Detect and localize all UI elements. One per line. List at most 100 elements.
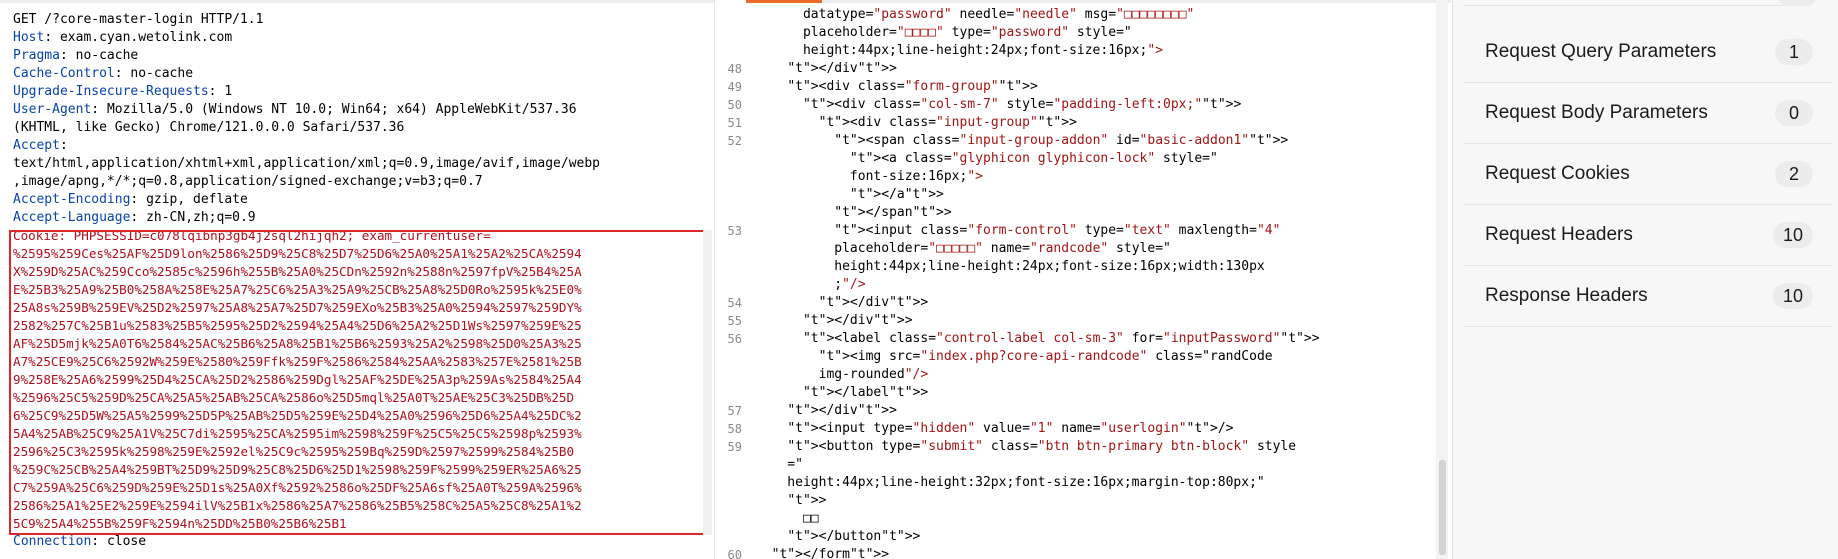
line-number: 54	[727, 296, 742, 310]
header-line: Accept:	[13, 138, 68, 153]
code-line: "t"><img src="index.php?core-api-randcod…	[716, 348, 1436, 366]
inspector-row-label: Request Query Parameters	[1485, 41, 1717, 62]
code-line: font-size:16px;">	[716, 168, 1436, 186]
cookie-line: X%259D%25AC%259Cco%2585c%2596h%255B%25A0…	[13, 264, 582, 279]
cookie-line: 6%25C9%25D5W%25A5%2599%25D5P%25AB%25D5%2…	[13, 408, 582, 423]
cookie-header: Cookie: PHPSESSID=c078lqibnp3gb4j2sql2hi…	[13, 227, 713, 533]
inspector-row-partial[interactable]	[1463, 0, 1803, 6]
request-lines: GET /?core-master-login HTTP/1.1 Host: e…	[13, 11, 713, 551]
header-key: Accept	[13, 138, 60, 153]
code-line: height:44px;line-height:24px;font-size:1…	[716, 42, 1436, 60]
code-text: height:44px;line-height:24px;font-size:1…	[756, 259, 1265, 274]
code-text: "t"><input type="hidden" value="1" name=…	[787, 421, 1234, 436]
line-number: 60	[727, 548, 742, 559]
cookie-line: %2596%25C5%259D%25CA%25A5%25AB%25CA%2586…	[13, 390, 575, 405]
code-line: img-rounded"/>	[716, 366, 1436, 384]
cookie-line: 5C9%25A4%255B%259F%2594n%25DD%25B0%25B6%…	[13, 516, 347, 531]
cookie-line: AF%25D5mjk%25A0T6%2584%25AC%25B6%25A8%25…	[13, 336, 582, 351]
inspector-row-request-headers[interactable]: Request Headers 10	[1463, 205, 1833, 266]
request-scrollbar[interactable]	[703, 230, 712, 535]
code-line: 54 "t"></div"t">>	[716, 294, 1436, 312]
cookie-line: 2582%257C%25B1u%2583%25B5%2595%25D2%2594…	[13, 318, 582, 333]
code-text: height:44px;line-height:24px;font-size:1…	[756, 43, 1163, 58]
code-text: placeholder="□□□□□" name="randcode" styl…	[756, 241, 1171, 256]
code-text: img-rounded"/>	[756, 367, 929, 382]
header-value: no-cache	[130, 66, 194, 81]
cookie-line: 2586%25A1%25E2%259E%2594ilV%25B1x%2586%2…	[13, 498, 582, 513]
line-number: 49	[727, 80, 742, 94]
code-text: "t"><span class="input-group-addon" id="…	[834, 133, 1289, 148]
code-text: "t"><div class="input-group""t">>	[818, 115, 1077, 130]
code-line: "t"></span"t">>	[716, 204, 1436, 222]
header-line-connection: Connection: close	[13, 534, 147, 549]
header-value: text/html,application/xhtml+xml,applicat…	[13, 156, 600, 171]
code-text: ;"/>	[756, 277, 866, 292]
line-number: 52	[727, 134, 742, 148]
inspector-row-label: Response Headers	[1485, 285, 1648, 306]
inspector-row-request-body-parameters[interactable]: Request Body Parameters 0	[1463, 83, 1833, 144]
inspector-row-request-query-parameters[interactable]: Request Query Parameters 1	[1463, 22, 1833, 83]
header-value: ,image/apng,*/*;q=0.8,application/signed…	[13, 174, 483, 189]
header-key: Pragma	[13, 48, 60, 63]
code-text: height:44px;line-height:32px;font-size:1…	[756, 475, 1265, 490]
inspector-row-response-headers[interactable]: Response Headers 10	[1463, 266, 1833, 327]
code-line: "t"><a class="glyphicon glyphicon-lock" …	[716, 150, 1436, 168]
response-editor[interactable]: datatype="password" needle="needle" msg=…	[716, 0, 1451, 559]
header-line: Cache-Control: no-cache	[13, 66, 194, 81]
cookie-line: E%25B3%25A9%25B0%258A%258E%25A7%25C6%25A…	[13, 282, 582, 297]
header-value: (KHTML, like Gecko) Chrome/121.0.0.0 Saf…	[13, 120, 405, 135]
response-scrollbar-thumb[interactable]	[1439, 460, 1446, 555]
code-text: "t"></div"t">>	[818, 295, 929, 310]
code-line: "t"></button"t">>	[716, 528, 1436, 546]
code-line: 56 "t"><label class="control-label col-s…	[716, 330, 1436, 348]
code-line: 49 "t"><div class="form-group""t">>	[716, 78, 1436, 96]
line-number: 55	[727, 314, 742, 328]
cookie-line: %259C%25CB%25A4%259BT%25D9%25D9%25C8%25D…	[13, 462, 582, 477]
count-badge: 10	[1772, 222, 1813, 248]
request-editor[interactable]: GET /?core-master-login HTTP/1.1 Host: e…	[0, 0, 715, 559]
code-line: "t"></label"t">>	[716, 384, 1436, 402]
response-tab-bar	[716, 0, 1451, 3]
code-line: height:44px;line-height:24px;font-size:1…	[716, 258, 1436, 276]
code-line: 50 "t"><div class="col-sm-7" style="padd…	[716, 96, 1436, 114]
code-text: "t"><button type="submit" class="btn btn…	[787, 439, 1297, 454]
code-line: "t"></a"t">>	[716, 186, 1436, 204]
code-text: "t"><label class="control-label col-sm-3…	[802, 331, 1320, 346]
header-line: Accept-Encoding: gzip, deflate	[13, 192, 248, 207]
code-text: "t"></form"t">>	[771, 547, 890, 559]
code-text: "t"></label"t">>	[802, 385, 929, 400]
header-line: Accept-Language: zh-CN,zh;q=0.9	[13, 210, 256, 225]
cookie-line: 2596%25C3%2595k%2598%259E%2592el%25C9c%2…	[13, 444, 575, 459]
header-key: Accept-Language	[13, 210, 131, 225]
line-number: 53	[727, 224, 742, 238]
response-code-lines: datatype="password" needle="needle" msg=…	[716, 6, 1436, 559]
header-value: Mozilla/5.0 (Windows NT 10.0; Win64; x64…	[106, 102, 577, 117]
request-tab-bar	[0, 0, 714, 3]
header-value: no-cache	[75, 48, 139, 63]
cookie-line: 5A4%25AB%25C9%25A1V%25C7di%2595%25CA%259…	[13, 426, 582, 441]
inspector-row-label: Request Body Parameters	[1485, 102, 1708, 123]
line-number: 56	[727, 332, 742, 346]
header-value: 1	[224, 84, 233, 99]
code-text: "t"></span"t">>	[834, 205, 952, 220]
code-text: "t"><div class="col-sm-7" style="padding…	[802, 97, 1242, 112]
code-line: ;"/>	[716, 276, 1436, 294]
code-text: "t"></div"t">>	[787, 61, 897, 76]
code-text: font-size:16px;">	[756, 169, 983, 184]
cookie-line: %2595%259Ces%25AF%25D9lon%2586%25D9%25C8…	[13, 246, 582, 261]
cookie-line: 9%258E%25A6%2599%25D4%25CA%25D2%2586%259…	[13, 372, 582, 387]
code-line: 60 "t"></form"t">>	[716, 546, 1436, 559]
code-text: "t"><a class="glyphicon glyphicon-lock" …	[849, 151, 1218, 166]
header-value: zh-CN,zh;q=0.9	[146, 210, 256, 225]
header-key: User-Agent	[13, 102, 92, 117]
code-text: "t"><input class="form-control" type="te…	[834, 223, 1281, 238]
header-key: Upgrade-Insecure-Requests	[13, 84, 209, 99]
header-line: Pragma: no-cache	[13, 48, 139, 63]
header-line: text/html,application/xhtml+xml,applicat…	[13, 155, 713, 173]
inspector-row-request-cookies[interactable]: Request Cookies 2	[1463, 144, 1833, 205]
code-text: "t">>	[787, 493, 827, 508]
header-value: exam.cyan.wetolink.com	[59, 30, 233, 45]
header-line: ,image/apng,*/*;q=0.8,application/signed…	[13, 173, 713, 191]
inspector-count-partial	[1778, 0, 1816, 6]
header-line: User-Agent: Mozilla/5.0 (Windows NT 10.0…	[13, 102, 577, 117]
